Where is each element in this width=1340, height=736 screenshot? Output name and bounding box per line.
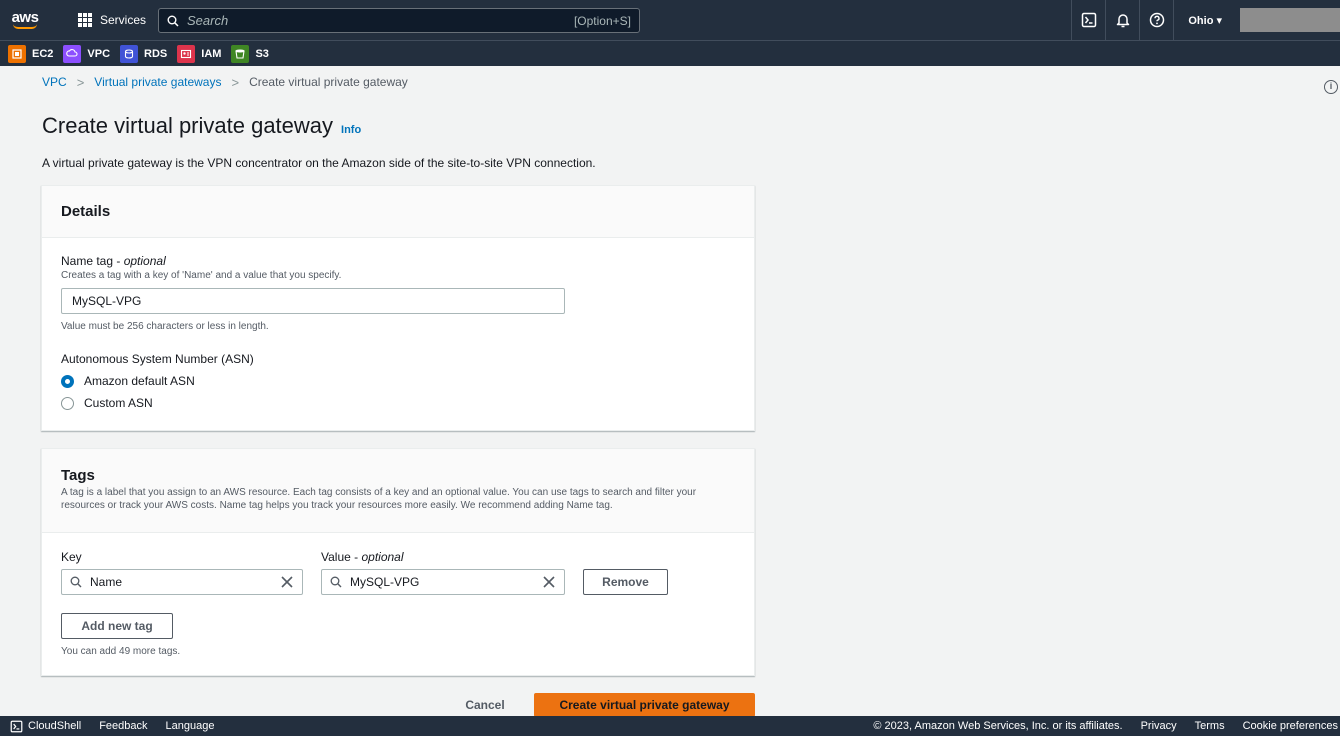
ec2-icon	[8, 44, 26, 63]
tags-remaining: You can add 49 more tags.	[61, 646, 181, 657]
favorite-s3[interactable]: S3	[231, 44, 269, 63]
asn-label: Autonomous System Number (ASN)	[61, 352, 254, 366]
name-tag-constraint: Value must be 256 characters or less in …	[61, 321, 269, 332]
aws-logo[interactable]: aws	[6, 4, 44, 36]
rds-icon	[120, 44, 139, 63]
name-tag-input[interactable]	[61, 288, 565, 314]
terminal-icon	[1081, 12, 1097, 28]
tag-value-input[interactable]	[350, 575, 542, 589]
favorites-bar: EC2 VPC RDS IAM S3	[0, 40, 1340, 66]
remove-tag-button[interactable]: Remove	[583, 569, 668, 595]
breadcrumb-virtual-private-gateways[interactable]: Virtual private gateways	[94, 75, 221, 89]
favorite-vpc[interactable]: VPC	[63, 44, 111, 63]
console-footer: CloudShell Feedback Language © 2023, Ama…	[0, 716, 1340, 736]
aws-smile-icon	[13, 24, 37, 29]
footer-cloudshell[interactable]: CloudShell	[10, 720, 81, 733]
cloudshell-button[interactable]	[1071, 0, 1105, 40]
tags-header: Tags A tag is a label that you assign to…	[42, 449, 754, 533]
tag-value-label: Value - optional	[321, 550, 404, 564]
tags-description: A tag is a label that you assign to an A…	[61, 487, 697, 511]
asn-option-amazon-default-label: Amazon default ASN	[84, 374, 195, 388]
iam-icon	[177, 44, 196, 63]
tag-value-field[interactable]	[321, 569, 565, 595]
info-panel-icon[interactable]: i	[1324, 80, 1338, 94]
breadcrumb-vpc[interactable]: VPC	[42, 75, 67, 89]
vpc-icon	[63, 44, 82, 63]
breadcrumb-current: Create virtual private gateway	[249, 75, 408, 89]
footer-terms-link[interactable]: Terms	[1195, 720, 1225, 732]
asn-option-custom-label: Custom ASN	[84, 396, 153, 410]
radio-unselected-icon[interactable]	[61, 396, 74, 410]
tag-key-label: Key	[61, 550, 82, 564]
page-title: Create virtual private gateway Info	[42, 113, 361, 139]
add-new-tag-button[interactable]: Add new tag	[61, 613, 173, 639]
notifications-button[interactable]	[1105, 0, 1139, 40]
terminal-icon	[10, 720, 23, 732]
search-icon	[330, 576, 342, 588]
details-header: Details	[42, 186, 754, 238]
region-label: Ohio ▾	[1188, 14, 1222, 27]
tag-key-input[interactable]	[90, 575, 280, 589]
favorite-iam[interactable]: IAM	[177, 44, 222, 63]
tag-value-optional: optional	[361, 550, 404, 564]
footer-feedback[interactable]: Feedback	[99, 720, 147, 732]
global-search[interactable]: [Option+S]	[158, 8, 640, 33]
footer-cookie-preferences-link[interactable]: Cookie preferences	[1243, 720, 1338, 732]
s3-icon	[231, 44, 250, 63]
tags-panel: Tags A tag is a label that you assign to…	[41, 448, 755, 676]
bell-icon	[1116, 14, 1130, 28]
breadcrumb: VPC > Virtual private gateways > Create …	[42, 74, 408, 90]
region-selector[interactable]: Ohio ▾	[1173, 0, 1236, 40]
search-shortcut: [Option+S]	[573, 13, 631, 28]
name-tag-description: Creates a tag with a key of 'Name' and a…	[61, 270, 342, 281]
footer-language[interactable]: Language	[166, 720, 215, 732]
search-icon	[167, 15, 179, 27]
radio-selected-icon[interactable]	[61, 374, 74, 388]
name-tag-label-text: Name tag -	[61, 254, 124, 268]
chevron-right-icon: >	[76, 74, 85, 90]
info-link[interactable]: Info	[341, 124, 361, 136]
tags-title: Tags	[61, 467, 95, 484]
top-navigation: aws Services [Option+S] Ohio ▾	[0, 0, 1340, 40]
help-button[interactable]	[1139, 0, 1173, 40]
favorite-vpc-label: VPC	[87, 47, 111, 60]
search-icon	[70, 576, 82, 588]
favorite-ec2-label: EC2	[32, 47, 54, 60]
close-icon[interactable]	[542, 575, 556, 589]
details-title: Details	[61, 203, 111, 220]
nav-right-controls: Ohio ▾	[1071, 0, 1340, 40]
tag-key-field[interactable]	[61, 569, 303, 595]
name-tag-label: Name tag - optional	[61, 254, 166, 268]
footer-copyright: © 2023, Amazon Web Services, Inc. or its…	[873, 720, 1123, 732]
favorite-iam-label: IAM	[201, 47, 222, 60]
services-label: Services	[100, 13, 147, 27]
aws-logo-text: aws	[11, 9, 39, 26]
favorite-rds-label: RDS	[144, 47, 168, 60]
asn-option-custom[interactable]: Custom ASN	[61, 396, 153, 410]
footer-cloudshell-label: CloudShell	[28, 720, 82, 732]
asn-option-amazon-default[interactable]: Amazon default ASN	[61, 374, 195, 388]
close-icon[interactable]	[280, 575, 294, 589]
favorite-rds[interactable]: RDS	[120, 44, 168, 63]
footer-right: © 2023, Amazon Web Services, Inc. or its…	[873, 716, 1340, 736]
name-tag-optional: optional	[123, 254, 166, 268]
cancel-button[interactable]: Cancel	[449, 693, 521, 717]
services-menu-button[interactable]: Services	[78, 0, 146, 40]
page-title-text: Create virtual private gateway	[42, 113, 334, 138]
favorite-s3-label: S3	[255, 47, 269, 60]
footer-privacy-link[interactable]: Privacy	[1141, 720, 1177, 732]
favorite-ec2[interactable]: EC2	[8, 44, 54, 63]
search-input[interactable]	[187, 13, 574, 28]
tag-value-label-text: Value -	[321, 550, 362, 564]
grid-icon	[78, 13, 92, 27]
chevron-right-icon: >	[231, 74, 240, 90]
details-panel: Details Name tag - optional Creates a ta…	[41, 185, 755, 431]
account-menu[interactable]	[1240, 8, 1340, 32]
page-description: A virtual private gateway is the VPN con…	[42, 156, 596, 170]
help-icon	[1149, 12, 1165, 28]
create-virtual-private-gateway-button[interactable]: Create virtual private gateway	[534, 693, 755, 717]
